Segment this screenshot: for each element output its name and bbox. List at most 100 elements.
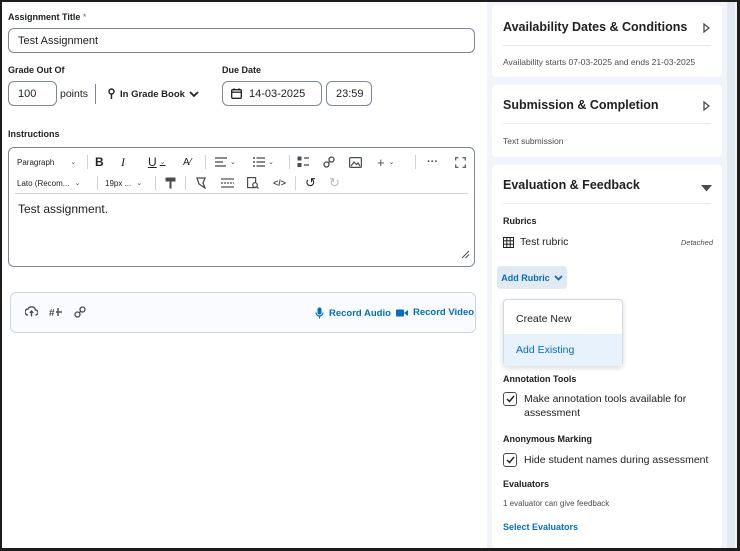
more-actions-icon[interactable]: ··· xyxy=(427,156,438,168)
annotation-checkbox[interactable] xyxy=(503,392,517,406)
anonymous-option-label: Hide student names during assessment xyxy=(524,454,709,466)
record-video-button[interactable]: Record Video xyxy=(396,307,474,318)
assignment-form: Assignment Title * Test Assignment Grade… xyxy=(2,2,487,548)
undo-icon[interactable]: ↺ xyxy=(305,175,316,191)
title-input-value: Test Assignment xyxy=(18,34,99,47)
grade-label: Grade Out Of xyxy=(8,65,65,75)
evaluators-summary: 1 evaluator can give feedback xyxy=(503,499,610,508)
add-rubric-label: Add Rubric xyxy=(501,272,550,283)
image-icon[interactable] xyxy=(349,156,362,168)
grade-unit: points xyxy=(60,88,89,100)
menu-item-create-new[interactable]: Create New xyxy=(504,303,622,335)
menu-item-add-existing[interactable]: Add Existing xyxy=(504,334,622,366)
grade-input[interactable]: 100 xyxy=(8,81,57,106)
rubric-grid-icon xyxy=(503,236,514,248)
annotation-tools-option[interactable]: Make annotation tools available for asse… xyxy=(503,392,703,420)
format-select-value: Paragraph xyxy=(17,157,55,167)
toolbar-divider xyxy=(295,176,296,190)
redo-icon[interactable]: ↻ xyxy=(329,175,340,191)
chevron-right-icon[interactable] xyxy=(703,100,711,114)
rubric-status: Detached xyxy=(680,237,713,247)
anonymous-marking-label: Anonymous Marking xyxy=(503,434,593,444)
instructions-label: Instructions xyxy=(8,129,60,139)
record-audio-label: Record Audio xyxy=(329,307,391,319)
accessibility-checker-icon[interactable] xyxy=(195,177,207,189)
toolbar-divider xyxy=(415,155,416,169)
chevron-down-icon: ⌄ xyxy=(70,159,77,166)
gradebook-pin-icon xyxy=(107,88,116,100)
underline-icon[interactable]: U ⌄ xyxy=(148,155,166,169)
svg-text:#: # xyxy=(49,308,55,318)
chevron-down-icon xyxy=(189,90,199,98)
text-color-icon[interactable]: A⁄ xyxy=(183,157,191,168)
annotation-tools-label: Annotation Tools xyxy=(503,374,577,384)
toolbar-divider xyxy=(205,155,206,169)
card-divider xyxy=(503,203,711,204)
record-audio-button[interactable]: Record Audio xyxy=(315,307,391,319)
select-evaluators-link[interactable]: Select Evaluators xyxy=(503,522,578,532)
anonymous-marking-option[interactable]: Hide student names during assessment xyxy=(503,453,718,467)
insert-stuff-icon[interactable]: + ⌄ xyxy=(377,155,394,170)
grade-divider xyxy=(95,84,96,104)
video-camera-icon xyxy=(396,309,408,317)
resize-handle-icon[interactable] xyxy=(461,248,470,262)
chevron-down-icon: ⌄ xyxy=(136,180,143,187)
chevron-down-icon[interactable] xyxy=(701,181,712,195)
title-input[interactable]: Test Assignment xyxy=(8,28,475,53)
preview-icon[interactable] xyxy=(247,177,259,189)
font-family-value: Lato (Recom... xyxy=(17,178,70,188)
toolbar-separator xyxy=(15,193,468,194)
chevron-right-icon[interactable] xyxy=(703,22,711,36)
calendar-icon xyxy=(231,88,242,99)
chevron-down-icon xyxy=(554,274,563,281)
settings-sidebar: Availability Dates & Conditions Availabi… xyxy=(487,2,737,548)
title-label: Assignment Title * xyxy=(8,12,86,22)
due-time-value: 23:59 xyxy=(336,87,364,100)
availability-title: Availability Dates & Conditions xyxy=(503,20,688,34)
attachments-bar: # Record Audio Record Video xyxy=(10,292,476,333)
add-rubric-button[interactable]: Add Rubric xyxy=(497,266,567,289)
gradebook-label: In Grade Book xyxy=(120,88,185,100)
format-select[interactable]: Paragraph ⌄ xyxy=(17,158,76,167)
font-family-select[interactable]: Lato (Recom... ⌄ xyxy=(17,179,80,188)
required-marker: * xyxy=(82,12,87,22)
rubric-name: Test rubric xyxy=(520,236,569,248)
upload-file-icon[interactable] xyxy=(24,306,39,320)
spellcheck-icon[interactable] xyxy=(221,178,234,188)
title-label-text: Assignment Title xyxy=(8,12,81,22)
font-size-select[interactable]: 19px ... ⌄ xyxy=(105,179,142,188)
insert-element-icon[interactable] xyxy=(297,156,309,168)
record-video-label: Record Video xyxy=(413,307,475,318)
due-time-input[interactable]: 23:59 xyxy=(326,81,372,106)
source-code-icon[interactable]: </> xyxy=(273,178,286,188)
link-icon[interactable] xyxy=(323,156,335,168)
grade-input-value: 100 xyxy=(18,87,37,100)
anonymous-checkbox[interactable] xyxy=(503,453,517,467)
rubrics-label: Rubrics xyxy=(503,216,537,226)
toolbar-divider xyxy=(155,176,156,190)
bold-icon[interactable]: B xyxy=(95,155,104,169)
format-painter-icon[interactable] xyxy=(165,177,176,189)
add-rubric-menu: Create New Add Existing xyxy=(503,299,623,366)
due-date-input[interactable]: 14-03-2025 xyxy=(222,81,322,106)
instructions-editor[interactable]: Paragraph ⌄ B I U ⌄ A⁄ ⌄ ⌄ + ⌄ ··· Lato … xyxy=(8,147,475,267)
submission-summary: Text submission xyxy=(503,136,564,146)
attach-link-icon[interactable] xyxy=(74,306,86,321)
submission-card[interactable]: Submission & Completion Text submission xyxy=(492,85,722,157)
microphone-icon xyxy=(315,307,324,319)
align-icon[interactable]: ⌄ xyxy=(215,157,236,167)
annotation-option-label: Make annotation tools available for asse… xyxy=(524,393,687,419)
toolbar-row-1: Paragraph ⌄ B I U ⌄ A⁄ ⌄ ⌄ + ⌄ ··· xyxy=(9,152,474,172)
sidebar-scrollbar[interactable] xyxy=(727,2,735,548)
editor-content[interactable]: Test assignment. xyxy=(18,202,108,216)
evaluation-title: Evaluation & Feedback xyxy=(503,178,640,192)
add-quicklink-icon[interactable]: # xyxy=(49,306,63,321)
fullscreen-icon[interactable] xyxy=(455,156,466,168)
italic-icon[interactable]: I xyxy=(121,155,125,170)
list-icon[interactable]: ⌄ xyxy=(253,157,274,167)
availability-summary: Availability starts 07-03-2025 and ends … xyxy=(503,57,696,67)
availability-card[interactable]: Availability Dates & Conditions Availabi… xyxy=(492,5,722,77)
gradebook-dropdown[interactable]: In Grade Book xyxy=(107,88,199,100)
evaluators-label: Evaluators xyxy=(503,479,550,489)
rubric-item[interactable]: Test rubric Detached xyxy=(503,236,713,248)
